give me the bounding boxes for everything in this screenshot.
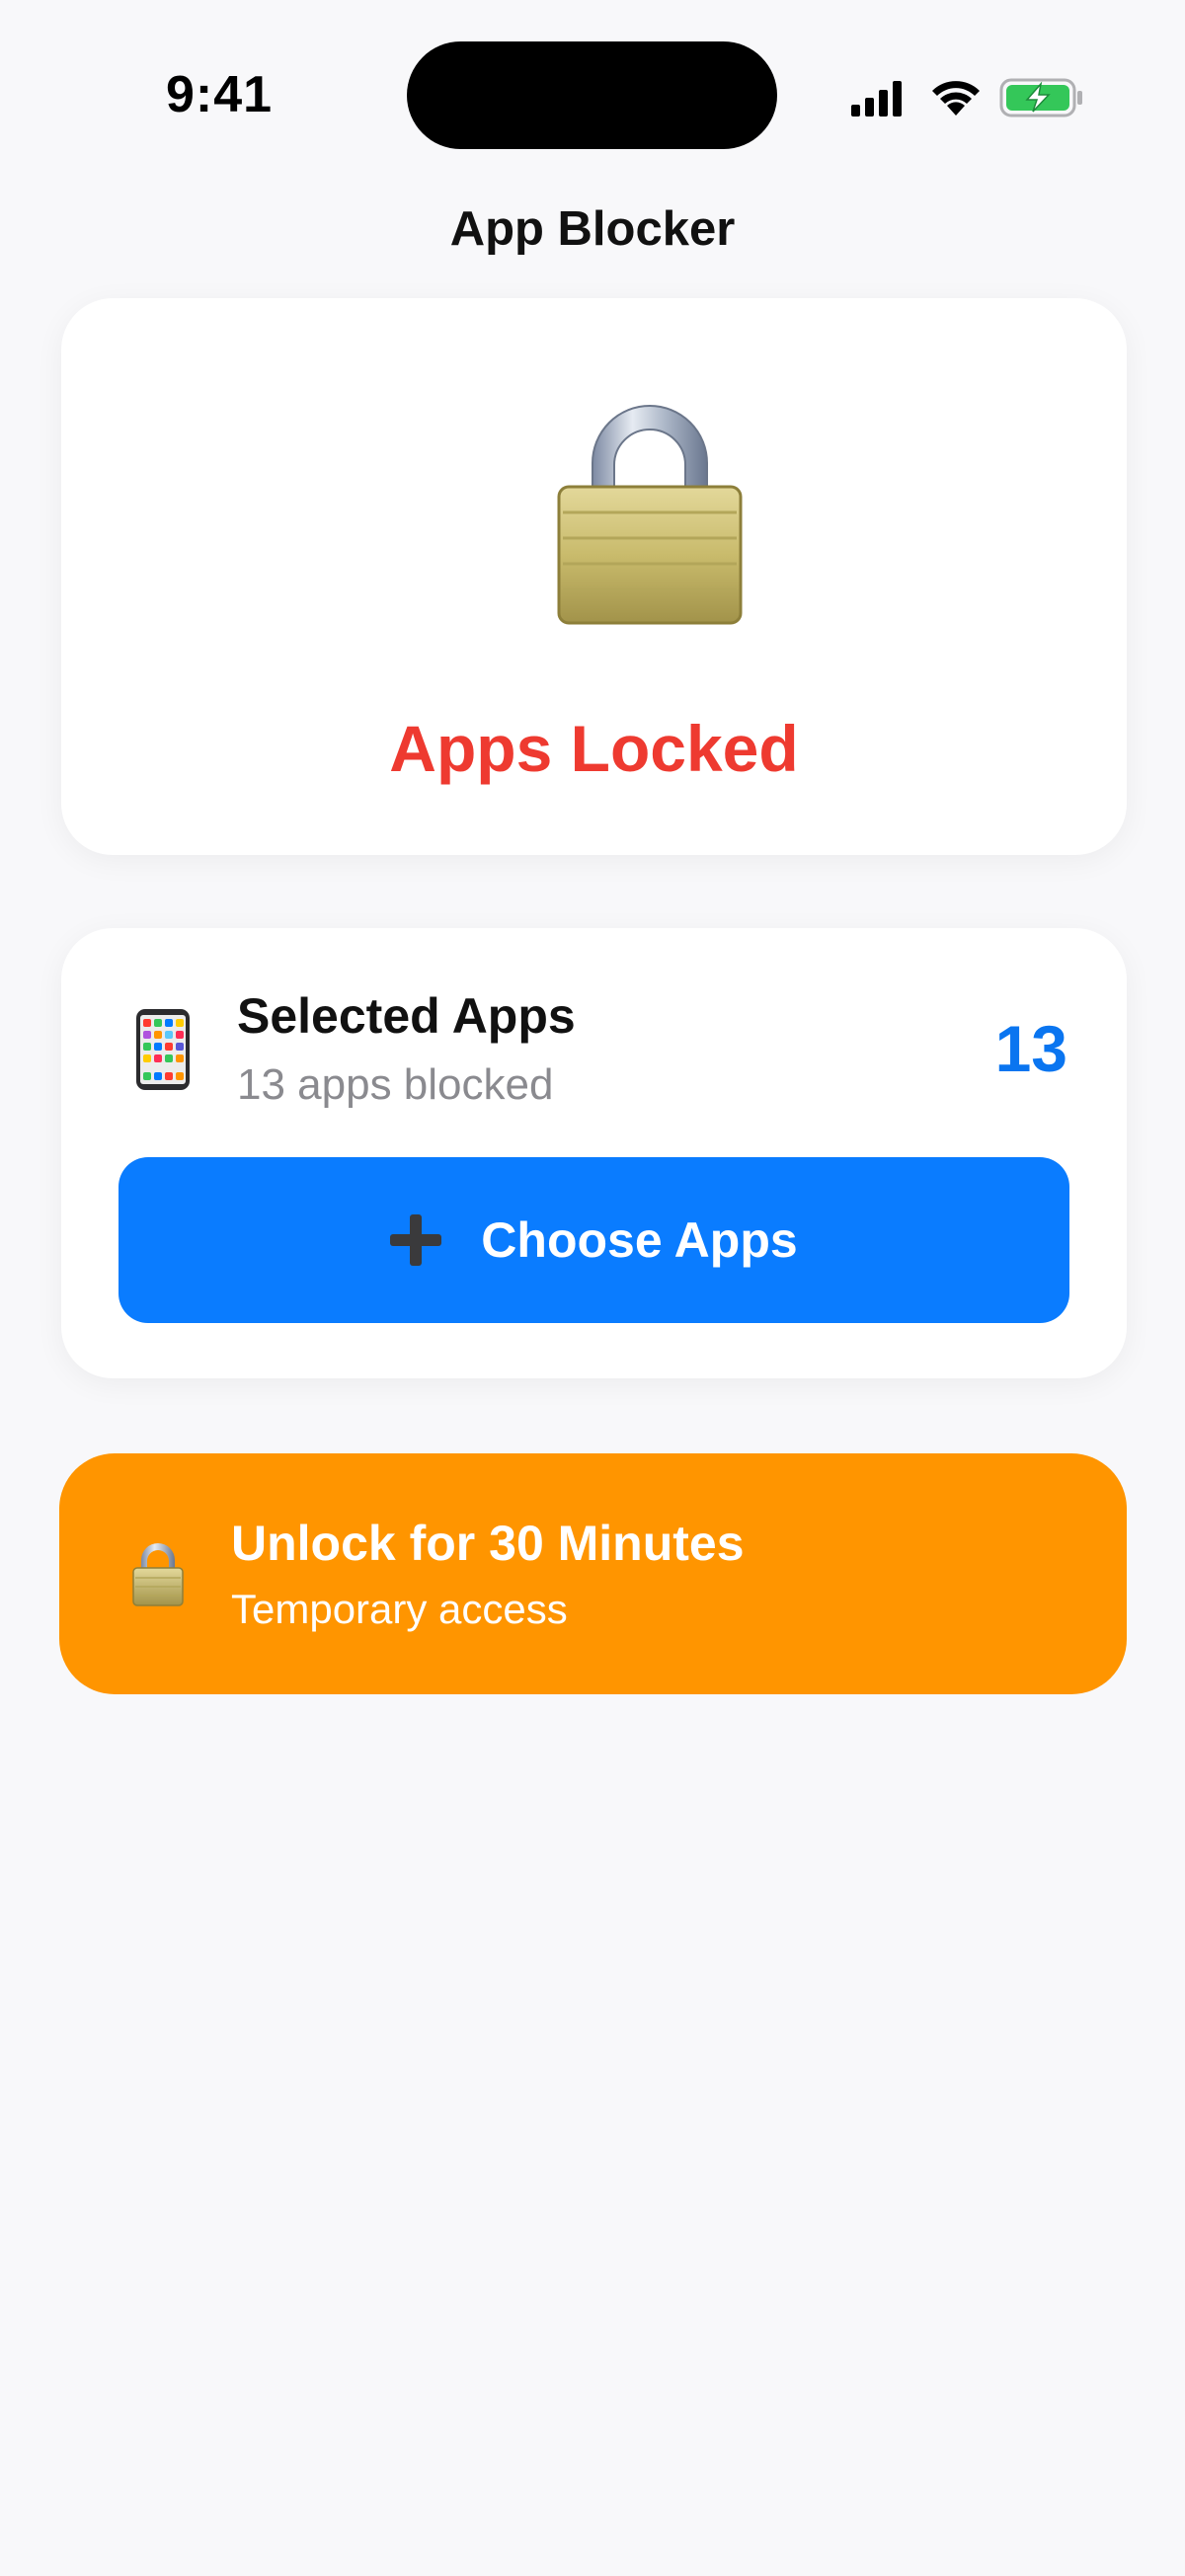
- padlock-icon: [132, 1543, 184, 1606]
- dynamic-island: [407, 41, 777, 149]
- unlock-30-minutes-button[interactable]: Unlock for 30 Minutes Temporary access: [59, 1453, 1127, 1694]
- plus-icon: [390, 1214, 442, 1266]
- wifi-icon: [932, 81, 980, 116]
- unlock-title: Unlock for 30 Minutes: [231, 1516, 745, 1571]
- lock-status-label: Apps Locked: [389, 712, 799, 785]
- cellular-signal-icon: [851, 81, 902, 117]
- status-time: 9:41: [166, 66, 274, 123]
- mobile-phone-icon: [136, 1009, 190, 1090]
- selected-apps-title: Selected Apps: [237, 988, 576, 1044]
- choose-apps-button[interactable]: Choose Apps: [118, 1157, 1069, 1323]
- status-bar: 9:41: [0, 0, 1185, 197]
- status-icons: [849, 74, 1086, 123]
- selected-apps-card: Selected Apps 13 apps blocked 13 Choose …: [61, 928, 1127, 1378]
- padlock-icon: [557, 405, 743, 625]
- selected-apps-count: 13: [994, 1012, 1067, 1085]
- page-title: App Blocker: [449, 202, 736, 256]
- battery-charging-icon: [999, 78, 1082, 117]
- unlock-subtitle: Temporary access: [231, 1586, 568, 1632]
- lock-status-card: Apps Locked: [61, 298, 1127, 855]
- choose-apps-label: Choose Apps: [481, 1212, 798, 1268]
- selected-apps-subtitle: 13 apps blocked: [237, 1060, 554, 1109]
